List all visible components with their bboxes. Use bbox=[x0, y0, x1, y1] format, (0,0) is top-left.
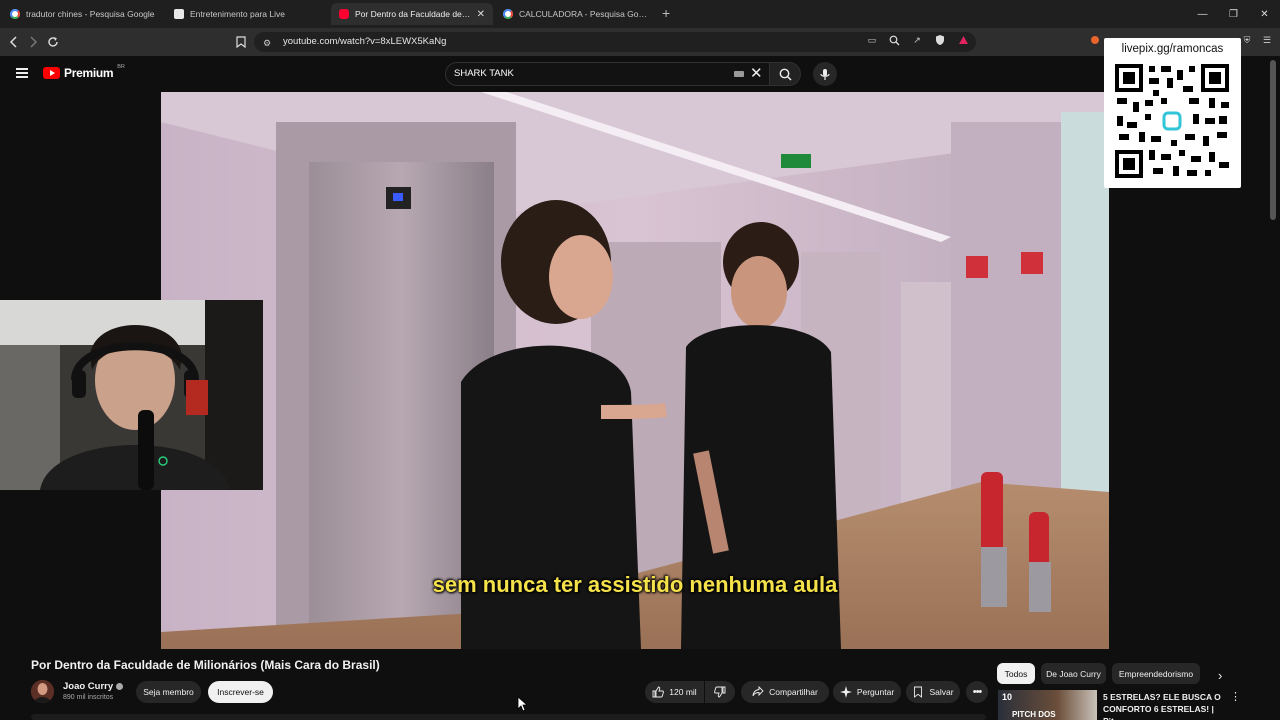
chevron-right-icon[interactable]: › bbox=[1218, 668, 1222, 683]
video-subtitle: sem nunca ter assistido nenhuma aula bbox=[432, 572, 838, 597]
share-label: Compartilhar bbox=[769, 687, 818, 697]
webcam-feed bbox=[0, 300, 263, 490]
ask-label: Perguntar bbox=[856, 687, 895, 697]
extension-icon[interactable] bbox=[1088, 33, 1102, 47]
youtube-premium-logo[interactable]: Premium BR bbox=[43, 64, 125, 80]
tab-entretenimento[interactable]: Entretenimento para Live bbox=[166, 3, 330, 25]
share-icon bbox=[752, 686, 764, 697]
verified-icon bbox=[116, 683, 124, 690]
maximize-icon[interactable]: ❐ bbox=[1218, 0, 1249, 28]
tab-youtube-video[interactable]: Por Dentro da Faculdade de Mil... ✕ bbox=[331, 3, 493, 25]
mic-icon bbox=[820, 68, 830, 80]
chip-label: Todos bbox=[1004, 668, 1028, 679]
join-label: Seja membro bbox=[143, 687, 194, 697]
thumbnail-number: 10 bbox=[1002, 692, 1013, 702]
new-tab-button[interactable]: + bbox=[662, 5, 670, 21]
chip-label: Empreendedorismo bbox=[1118, 668, 1194, 679]
close-tab-icon[interactable]: ✕ bbox=[477, 9, 485, 20]
tab-label: tradutor chines - Pesquisa Google bbox=[26, 9, 155, 19]
chip-label: De Joao Curry bbox=[1046, 668, 1101, 679]
vpn-shield-icon[interactable]: ⛨ bbox=[1240, 33, 1254, 47]
tab-label: Entretenimento para Live bbox=[190, 9, 285, 19]
tab-google-search-tradutor[interactable]: tradutor chines - Pesquisa Google bbox=[2, 3, 164, 25]
logo-country: BR bbox=[117, 64, 125, 70]
browser-menu-icon[interactable]: ☰ bbox=[1260, 33, 1274, 47]
dislike-button[interactable] bbox=[705, 681, 735, 703]
browser-tab-bar: tradutor chines - Pesquisa Google Entret… bbox=[0, 0, 1280, 28]
tab-calculadora[interactable]: CALCULADORA - Pesquisa Google bbox=[495, 3, 657, 25]
channel-name-text[interactable]: Joao Curry bbox=[63, 681, 113, 692]
mouse-cursor-icon bbox=[517, 696, 527, 712]
ask-button[interactable]: Perguntar bbox=[833, 681, 901, 703]
tab-label: Por Dentro da Faculdade de Mil... bbox=[355, 9, 471, 19]
clear-search-icon[interactable]: ✕ bbox=[750, 64, 763, 82]
thumbnail-text: PITCH DOS bbox=[1012, 710, 1056, 719]
avatar-image bbox=[31, 680, 54, 703]
search-button[interactable] bbox=[770, 62, 801, 86]
reload-icon[interactable] bbox=[44, 33, 62, 51]
minimize-icon[interactable]: — bbox=[1187, 0, 1218, 28]
google-icon bbox=[503, 9, 513, 19]
chip-empreendedorismo[interactable]: Empreendedorismo bbox=[1112, 663, 1200, 684]
bookmark-icon[interactable] bbox=[232, 33, 250, 51]
back-icon[interactable] bbox=[5, 33, 23, 51]
qr-code bbox=[1113, 62, 1231, 180]
hamburger-menu-icon[interactable] bbox=[16, 68, 28, 78]
page-scrollbar[interactable] bbox=[1270, 60, 1276, 220]
subscribe-button[interactable]: Inscrever-se bbox=[208, 681, 273, 703]
triangle-extension-icon[interactable] bbox=[956, 33, 970, 47]
site-settings-icon[interactable]: ⚙ bbox=[260, 36, 274, 50]
sparkle-icon bbox=[839, 686, 852, 698]
channel-name[interactable]: Joao Curry bbox=[63, 681, 124, 692]
search-icon bbox=[779, 68, 792, 81]
channel-avatar[interactable] bbox=[31, 680, 54, 703]
shield-icon[interactable] bbox=[933, 33, 947, 47]
zoom-icon[interactable] bbox=[887, 33, 901, 47]
video-frame bbox=[161, 92, 1109, 649]
page-icon bbox=[174, 9, 184, 19]
webcam-overlay bbox=[0, 300, 263, 490]
youtube-icon bbox=[339, 9, 349, 19]
qr-label: livepix.gg/ramoncas bbox=[1121, 43, 1224, 55]
more-horizontal-icon: ••• bbox=[972, 686, 983, 698]
thumbs-up-icon bbox=[652, 686, 665, 698]
recommendation-title[interactable]: 5 ESTRELAS? ELE BUSCA O CONFORTO 6 ESTRE… bbox=[1103, 691, 1228, 720]
window-controls: — ❐ ✕ bbox=[1187, 0, 1280, 28]
subscriber-count: 890 mil inscritos bbox=[63, 694, 114, 701]
search-input[interactable]: SHARK TANK bbox=[454, 68, 514, 79]
more-actions-button[interactable]: ••• bbox=[966, 681, 988, 703]
close-window-icon[interactable]: ✕ bbox=[1249, 0, 1280, 28]
like-count: 120 mil bbox=[669, 687, 697, 697]
save-icon bbox=[914, 686, 923, 698]
chip-de-joao-curry[interactable]: De Joao Curry bbox=[1041, 663, 1106, 684]
voice-search-button[interactable] bbox=[813, 62, 837, 86]
google-icon bbox=[10, 9, 20, 19]
tab-label: CALCULADORA - Pesquisa Google bbox=[519, 9, 649, 19]
description-box-edge bbox=[31, 714, 986, 720]
share-page-icon[interactable]: ↗ bbox=[910, 33, 924, 47]
subscribe-label: Inscrever-se bbox=[217, 687, 264, 697]
save-button[interactable]: Salvar bbox=[906, 681, 960, 703]
join-button[interactable]: Seja membro bbox=[136, 681, 201, 703]
share-button[interactable]: Compartilhar bbox=[741, 681, 829, 703]
url-text[interactable]: youtube.com/watch?v=8xLEWX5KaNg bbox=[283, 36, 446, 47]
cast-icon[interactable]: ▭ bbox=[865, 33, 879, 47]
thumbs-down-icon bbox=[714, 686, 726, 698]
forward-icon[interactable] bbox=[24, 33, 42, 51]
more-vertical-icon[interactable]: ⋮ bbox=[1230, 690, 1241, 703]
video-player[interactable] bbox=[161, 92, 1109, 649]
chip-todos[interactable]: Todos bbox=[997, 663, 1035, 684]
keyboard-icon[interactable] bbox=[734, 71, 744, 77]
youtube-play-icon bbox=[43, 67, 60, 79]
recommendation-thumbnail[interactable]: 10 PITCH DOS bbox=[998, 690, 1097, 720]
save-label: Salvar bbox=[929, 687, 954, 697]
logo-text: Premium bbox=[64, 66, 114, 80]
video-title: Por Dentro da Faculdade de Milionários (… bbox=[31, 658, 380, 672]
like-button[interactable]: 120 mil bbox=[645, 681, 704, 703]
